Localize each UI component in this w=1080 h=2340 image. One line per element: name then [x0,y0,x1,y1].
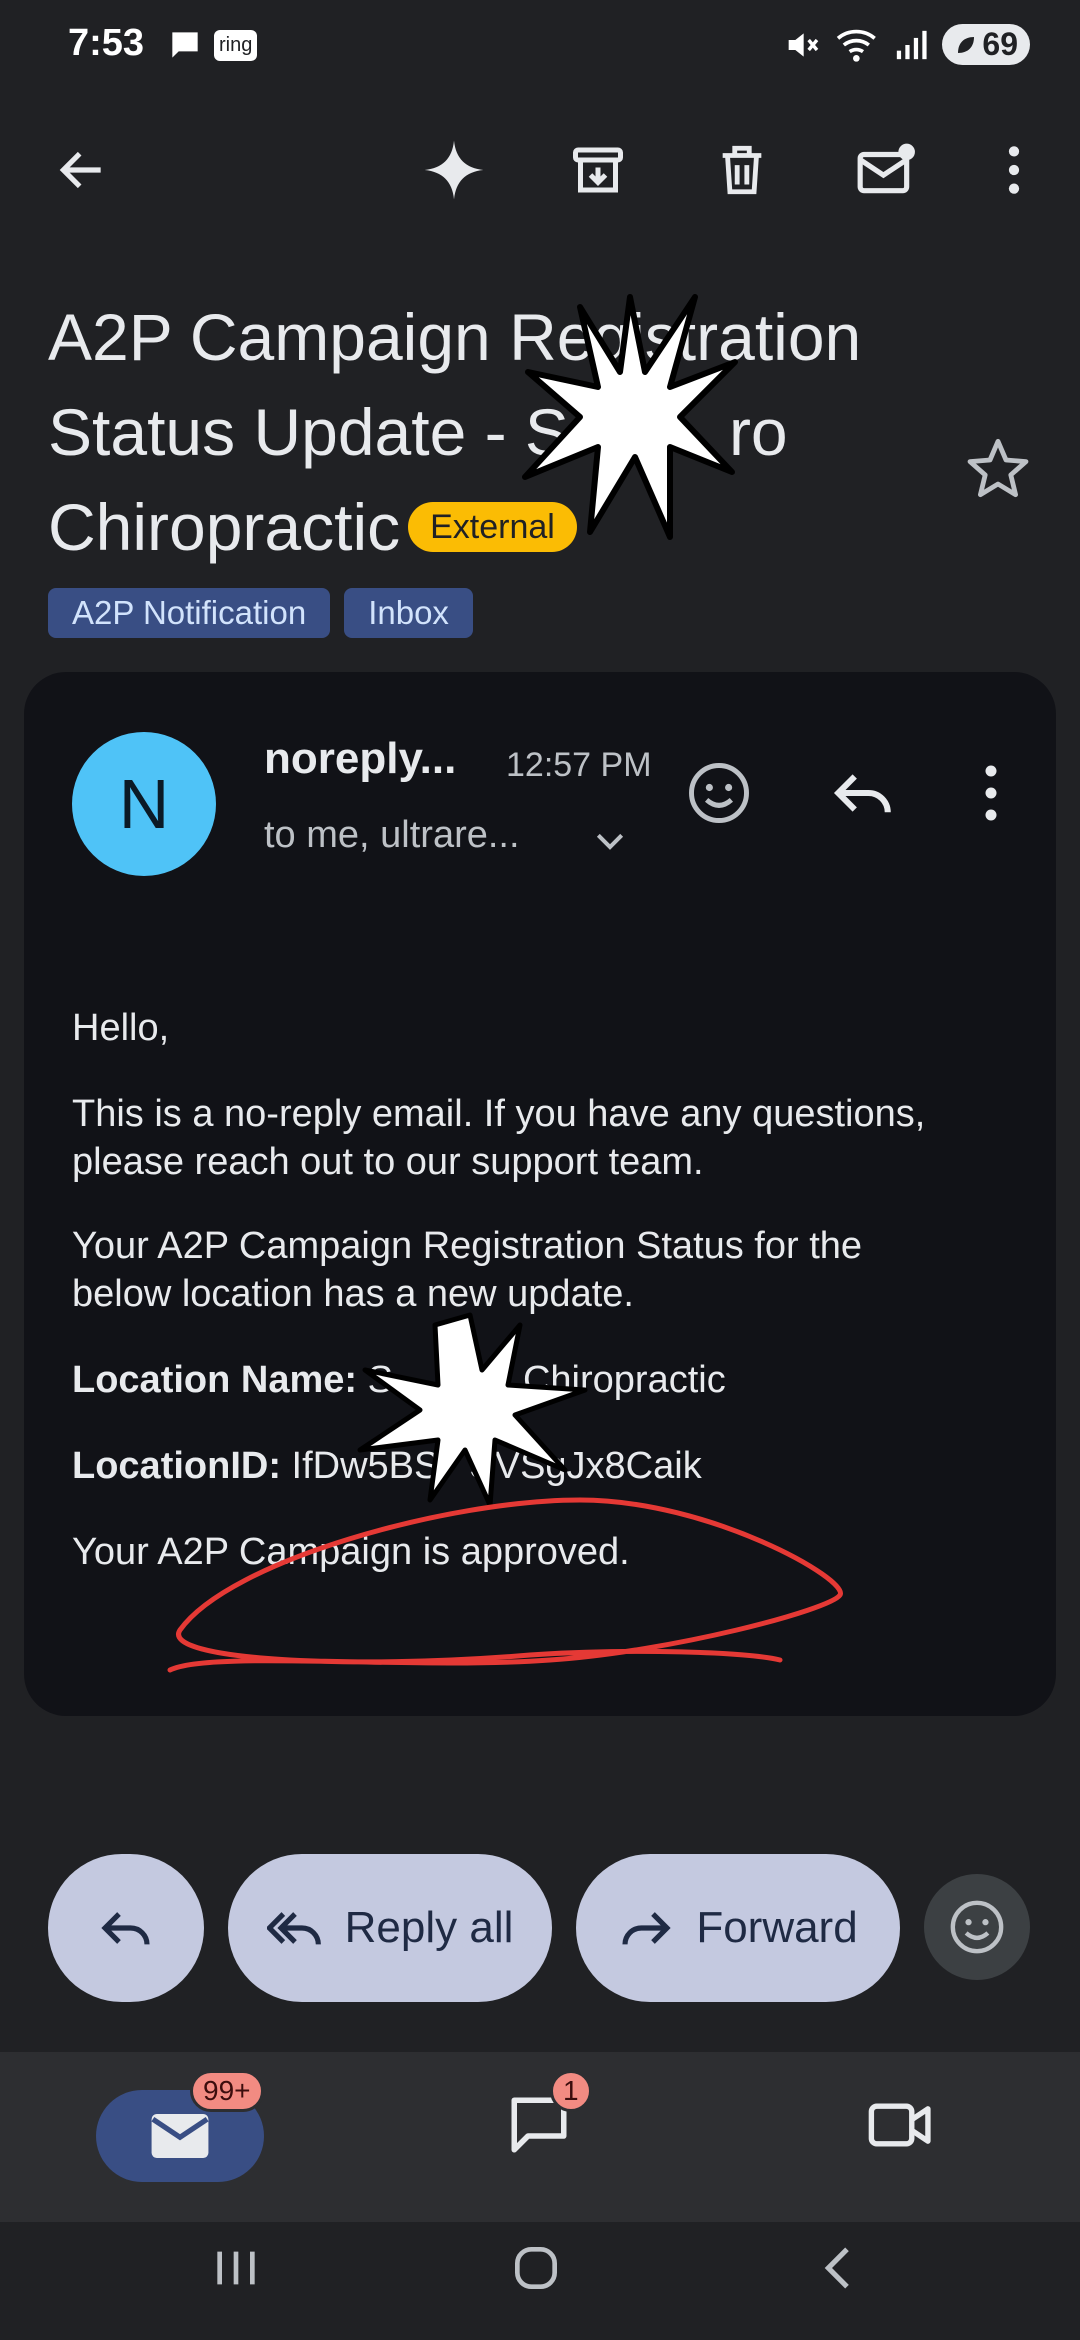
trash-icon [722,145,762,195]
reply-icon [101,1912,150,1945]
body-p1-line1: This is a no-reply email. If you have an… [72,1093,926,1135]
chevron-down-icon [596,833,624,850]
sparkle-icon [424,140,484,200]
body-greeting: Hello, [72,1007,170,1049]
chat-unread-badge: 1 [550,2070,592,2112]
status-notifications: ring [166,26,258,64]
mail-icon [151,2114,209,2158]
reply-all-label: Reply all [344,1903,514,1952]
add-reaction-button[interactable] [686,760,752,831]
message-time: 12:57 PM [506,746,652,784]
subject-line-3: Chiropractic External [48,480,928,575]
subject-line-3-text: Chiropractic [48,490,401,564]
forward-button[interactable]: Forward [576,1854,900,2002]
more-options-button[interactable] [974,130,1054,210]
reply-pill-button[interactable] [48,1854,204,2002]
redaction-starburst [522,294,738,540]
star-outline-icon [967,438,1029,498]
reaction-button[interactable] [924,1874,1030,1980]
mark-unread-button[interactable] [846,130,926,210]
arrow-left-icon [59,151,101,189]
battery-indicator: 69 [942,24,1030,65]
body-p1-line2: please reach out to our support team. [72,1141,704,1183]
recents-icon [217,2251,255,2285]
expand-details-button[interactable] [590,822,630,867]
leaf-icon [958,36,975,53]
star-button[interactable] [966,436,1030,505]
sender-name[interactable]: noreply... [264,734,456,784]
mail-dot-icon [857,143,915,194]
red-annotation-scribble [167,1497,843,1673]
avatar[interactable]: N [72,732,216,876]
archive-icon [573,147,623,193]
more-vertical-icon [1008,146,1020,194]
subject-line-1: A2P Campaign Registration [48,300,862,374]
recipients[interactable]: to me, ultrare... [264,814,520,857]
video-camera-icon [868,2103,931,2147]
home-icon [515,2247,557,2289]
body-p2-line1: Your A2P Campaign Registration Status fo… [72,1225,863,1267]
label-chip-a2p[interactable]: A2P Notification [48,588,331,638]
location-name-label: Location Name: [72,1359,358,1401]
back-button[interactable] [42,130,122,210]
reply-all-icon [266,1912,321,1945]
chevron-left-icon [824,2247,849,2289]
battery-level: 69 [982,26,1018,62]
ring-app-icon: ring [214,29,258,61]
label-chip-inbox[interactable]: Inbox [344,588,473,638]
forward-label: Forward [696,1903,858,1952]
emoji-icon [950,1900,1004,1954]
subject-line-2-text: Status Update - S [48,395,569,469]
system-back-button[interactable] [812,2240,868,2301]
chat-bubble-icon [172,32,198,58]
reply-all-button[interactable]: Reply all [228,1854,552,2002]
email-subject: A2P Campaign Registration Status Update … [48,290,928,575]
archive-button[interactable] [558,130,638,210]
signal-icon [897,30,927,59]
label-chips: A2P Notification Inbox [48,588,473,638]
nav-meet-tab[interactable] [866,2092,936,2163]
delete-button[interactable] [702,130,782,210]
body-paragraph-2: Your A2P Campaign Registration Status fo… [72,1222,1012,1318]
more-vertical-icon [985,765,997,821]
home-button[interactable] [508,2240,564,2301]
subject-line-2: Status Update - Sro [48,385,928,480]
status-time: 7:53 [68,22,145,64]
emoji-icon [689,763,749,823]
mute-icon [789,32,819,57]
message-more-button[interactable] [974,760,1008,831]
wifi-icon [837,29,877,62]
body-paragraph-1: This is a no-reply email. If you have an… [72,1090,1012,1186]
forward-icon [622,1912,671,1945]
recent-apps-button[interactable] [208,2240,264,2301]
status-icons: 69 [782,24,1030,65]
reply-icon [833,774,891,813]
gemini-button[interactable] [414,130,494,210]
reply-button[interactable] [830,760,896,831]
mail-unread-badge: 99+ [190,2070,264,2112]
